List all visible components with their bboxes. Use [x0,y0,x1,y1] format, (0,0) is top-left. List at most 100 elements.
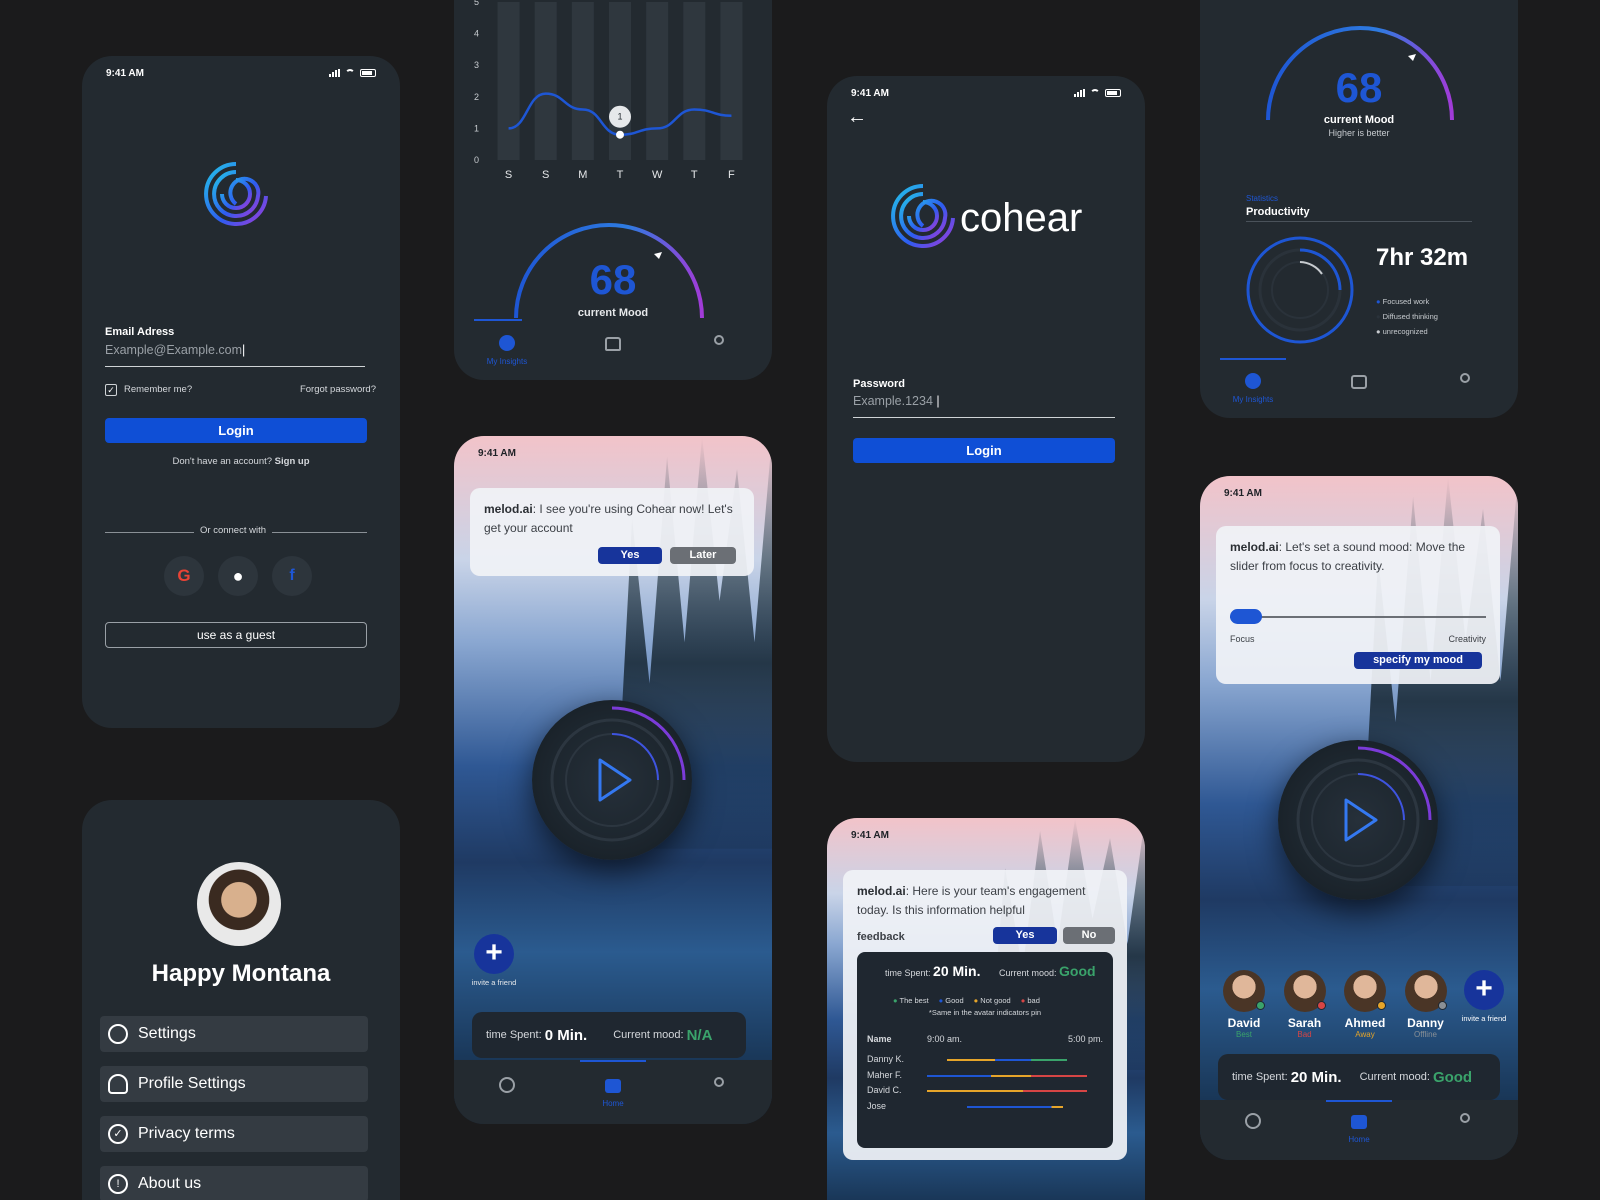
legend-note: *Same in the avatar indicators pin [928,1008,1042,1017]
time-spent: time Spent: 20 Min. [885,963,981,979]
password-screen: 9:41 AM ← cohear Password Example.1234 |… [827,76,1145,762]
user-settings-icon [108,1074,128,1094]
stats-card: time Spent: 20 Min. Current mood: Good [1218,1054,1500,1100]
status-time: 9:41 AM [851,87,889,99]
apple-button[interactable]: ● [218,556,258,596]
member-name: Sarah [1287,1016,1322,1030]
play-button[interactable] [532,700,692,860]
status-bar: 9:41 AM [851,828,1121,842]
pie-chart-icon [499,335,515,351]
yes-button[interactable]: Yes [993,927,1057,944]
privacy-terms-item[interactable]: ✓ Privacy terms [100,1116,368,1152]
chart-bar [497,2,520,160]
profile-name: Happy Montana [151,960,331,987]
x-tick-label: T [691,169,698,181]
status-time: 9:41 AM [478,447,516,459]
nav-profile[interactable] [684,1073,754,1113]
team-row: David Best Sarah Bad Ahmed Away Danny Of… [1218,970,1508,1039]
sign-up-link[interactable]: Sign up [275,456,310,467]
login-button[interactable]: Login [853,438,1115,463]
y-tick-label: 0 [474,155,479,165]
current-mood-label: Current mood: [1359,1071,1430,1083]
team-member[interactable]: Danny Offline [1400,970,1452,1039]
legend-unrecognized: ● unrecognized [1376,327,1428,336]
guest-button[interactable]: use as a guest [105,622,367,648]
tab-indicator [1326,1100,1392,1102]
avatar [1283,970,1326,1012]
no-button[interactable]: No [1063,927,1115,944]
remember-label: Remember me? [124,384,193,395]
home-icon [605,1079,621,1093]
password-field[interactable]: Example.1234 | [853,394,1115,418]
nav-profile[interactable] [1430,1109,1500,1149]
team-member[interactable]: Sarah Bad [1279,970,1331,1039]
nav-profile[interactable] [1430,369,1500,409]
pie-chart-icon [1245,1113,1261,1129]
slider-thumb[interactable] [1230,609,1262,624]
password-label: Password [853,378,905,390]
x-tick-label: W [652,169,663,181]
bottom-nav: Home [1200,1104,1518,1154]
tab-indicator [580,1060,646,1062]
nav-profile[interactable] [684,331,754,371]
nav-home[interactable]: Home [578,1073,648,1113]
mood-chart: 0 1 2 3 4 5 S S M T W T F 1 [474,0,743,181]
facebook-button[interactable]: f [272,556,312,596]
google-button[interactable]: G [164,556,204,596]
later-button[interactable]: Later [670,547,736,564]
x-tick-label: S [542,169,549,181]
signup-row: Don't have an account? Sign up [82,456,400,467]
ai-message: melod.ai: Let's set a sound mood: Move t… [1230,540,1466,573]
settings-item[interactable]: Settings [100,1016,368,1052]
chart-bar [646,2,669,160]
home-icon [605,337,621,351]
mood-slider[interactable] [1230,616,1486,618]
back-arrow-icon[interactable]: ← [847,106,867,129]
remember-checkbox[interactable]: ✓ [105,384,117,396]
col-start: 9:00 am. [927,1034,963,1044]
table-row: Maher F. [867,1068,1103,1084]
nav-home[interactable] [578,331,648,371]
signal-icon [329,69,340,77]
productivity-screen: 68 current Mood Higher is better Statist… [1200,0,1518,418]
slider-right-label: Creativity [1448,634,1486,644]
productivity-title: Productivity [1246,206,1472,222]
specify-mood-button[interactable]: specify my mood [1354,652,1482,669]
nav-insights[interactable]: My Insights [1218,369,1288,409]
team-member[interactable]: Ahmed Away [1339,970,1391,1039]
email-field[interactable]: Example@Example.com| [105,343,365,367]
invite-label: invite a friend [1461,1014,1507,1023]
member-status: Offline [1414,1030,1437,1039]
nav-home[interactable] [1324,369,1394,409]
table-row: David C. [867,1083,1103,1099]
yes-button[interactable]: Yes [598,547,662,564]
current-mood: Current mood: Good [999,963,1096,979]
ai-dialog: melod.ai: I see you're using Cohear now!… [470,488,754,576]
login-button[interactable]: Login [105,418,367,443]
line-point [616,130,624,139]
no-account-text: Don't have an account? [172,456,273,467]
col-name: Name [867,1034,892,1044]
profile-screen: Happy Montana Settings Profile Settings … [82,800,400,1200]
home-icon [1351,1115,1367,1129]
nav-insights[interactable] [1218,1109,1288,1149]
chart-bar [571,2,594,160]
status-time: 9:41 AM [1224,487,1262,499]
shield-check-icon: ✓ [108,1124,128,1144]
team-engagement-screen: 9:41 AM melod.ai: Here is your team's en… [827,818,1145,1200]
y-tick-label: 1 [474,123,479,133]
invite-friend-button[interactable]: + invite a friend [1460,970,1508,1039]
mood-value: 68 [589,256,637,303]
profile-settings-item[interactable]: Profile Settings [100,1066,368,1102]
nav-insights[interactable]: My Insights [472,331,542,371]
play-button[interactable] [1278,740,1438,900]
invite-friend-button[interactable]: + [474,934,514,974]
time-spent-value: 0 Min. [544,1026,588,1044]
nav-insights[interactable] [472,1073,542,1113]
play-icon [550,706,686,842]
nav-home[interactable]: Home [1324,1109,1394,1149]
team-member[interactable]: David Best [1218,970,1270,1039]
x-tick-label: S [505,169,512,181]
about-us-item[interactable]: ! About us [100,1166,368,1200]
forgot-password-link[interactable]: Forgot password? [300,384,376,395]
